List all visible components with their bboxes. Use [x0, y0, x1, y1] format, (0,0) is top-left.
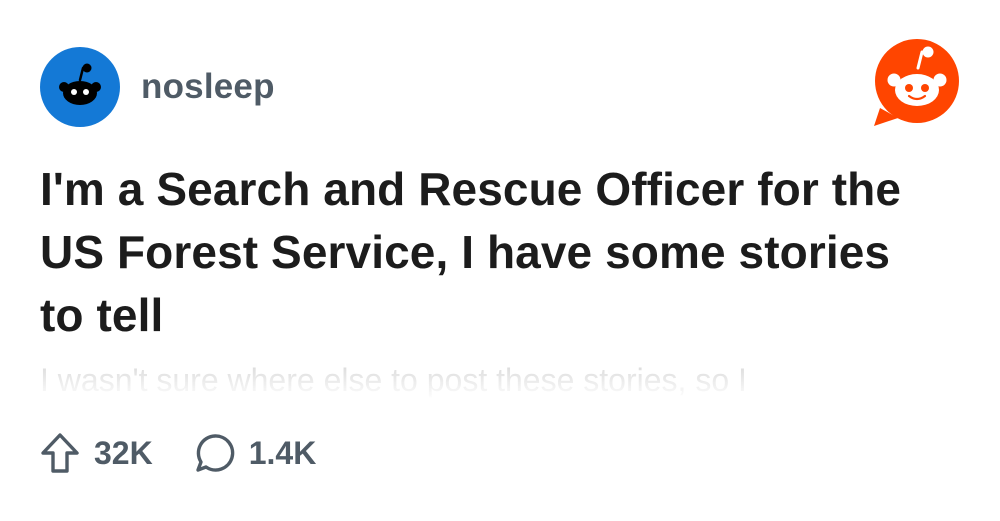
post-title[interactable]: I'm a Search and Rescue Officer for the …: [40, 158, 940, 347]
subreddit-name[interactable]: nosleep: [141, 67, 275, 107]
comment-bubble-icon: [196, 434, 235, 472]
post-card[interactable]: nosleep I'm a Search and Rescue Officer …: [0, 0, 1000, 521]
comment-count: 1.4K: [248, 434, 317, 471]
upvote-button[interactable]: 32K: [40, 432, 153, 474]
subreddit-avatar[interactable]: [40, 47, 120, 127]
upvote-arrow-icon: [41, 433, 79, 473]
upvote-count: 32K: [94, 434, 153, 471]
reddit-logo-icon[interactable]: [872, 38, 962, 128]
comments-button[interactable]: 1.4K: [195, 433, 317, 473]
snoo-avatar-icon: [59, 63, 101, 105]
post-preview-text: I wasn't sure where else to post these s…: [40, 362, 747, 398]
post-header: nosleep: [40, 47, 275, 127]
post-actions: 32K 1.4K: [40, 432, 316, 474]
